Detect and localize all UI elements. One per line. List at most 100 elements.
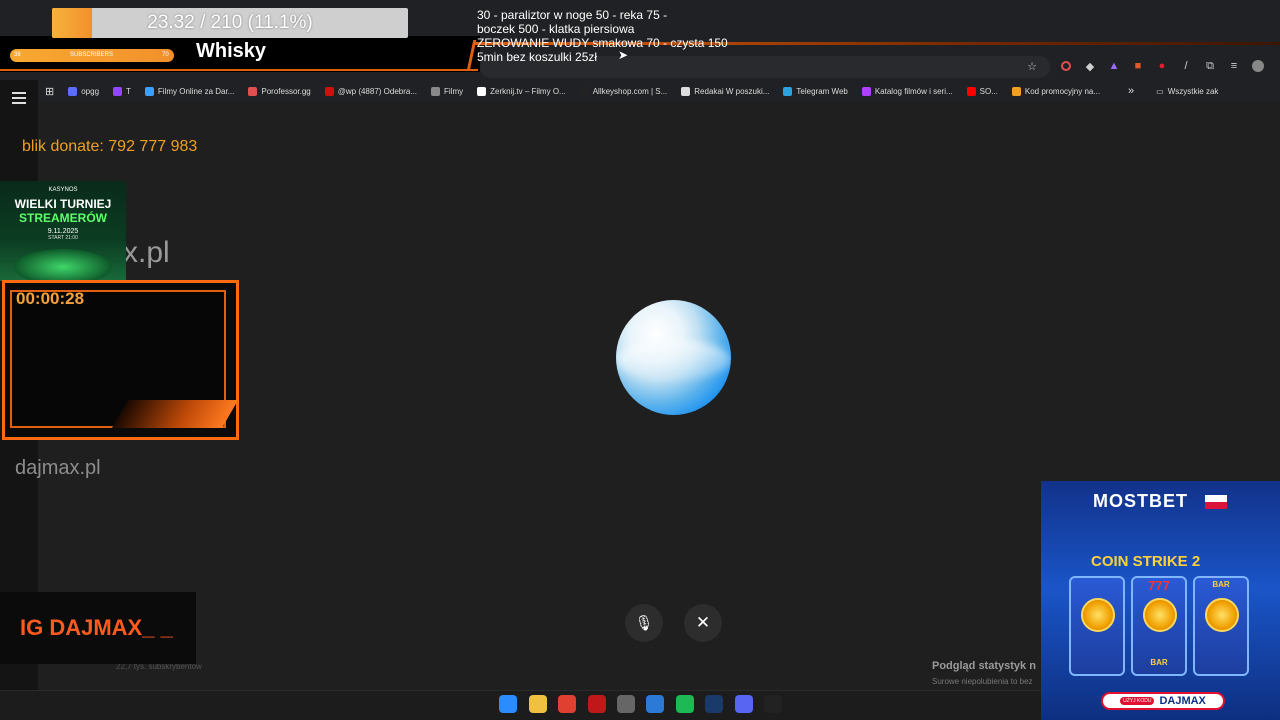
- reel-777: 777: [1148, 578, 1170, 593]
- reel-bar: BAR: [1212, 580, 1230, 589]
- extension-icon[interactable]: ■: [1130, 58, 1146, 74]
- roulette-image: [14, 249, 112, 281]
- goal-line: boczek 500 - klatka piersiowa: [477, 22, 635, 36]
- bookmark-star-icon[interactable]: ☆: [1024, 58, 1040, 74]
- bookmark-label: @wp (4887) Odebra...: [337, 86, 418, 96]
- bookmark-favicon-icon: [144, 86, 154, 96]
- bookmark-label: Filmy Online za Dar...: [157, 86, 235, 96]
- dajmax-url: dajmax.pl: [15, 457, 101, 479]
- bookmark-favicon-icon: [966, 86, 976, 96]
- all-bookmarks-label: Wszystkie zak: [1167, 86, 1219, 96]
- taskbar-start-icon[interactable]: [499, 695, 517, 713]
- bookmark-favicon-icon: [861, 86, 871, 96]
- close-button[interactable]: ✕: [684, 604, 722, 642]
- coin-icon: [1081, 598, 1115, 632]
- microphone-button[interactable]: 🎙: [625, 604, 663, 642]
- bookmark-favicon-icon: [324, 86, 334, 96]
- bookmark-item[interactable]: Allkeyshop.com | S...: [573, 80, 675, 102]
- bookmark-label: SO...: [979, 86, 998, 96]
- bookmark-item[interactable]: SO...: [960, 80, 1005, 102]
- taskbar-logitech-icon[interactable]: [764, 695, 782, 713]
- bookmark-label: Allkeyshop.com | S...: [592, 86, 668, 96]
- mouse-cursor-icon: ➤: [618, 48, 629, 62]
- poland-flag-icon: [1205, 495, 1227, 509]
- bookmark-favicon-icon: [579, 86, 589, 96]
- taskbar-app-circle-icon[interactable]: [617, 695, 635, 713]
- taskbar-discord-icon[interactable]: [735, 695, 753, 713]
- sub-goal-bar: 23.32 / 210 (11.1%): [52, 8, 408, 38]
- taskbar-spotify-icon[interactable]: [676, 695, 694, 713]
- taskbar-chrome-icon[interactable]: [558, 695, 576, 713]
- mostbet-ad: MOSTBET COIN STRIKE 2 777 BAR BAR UŻYJ K…: [1041, 481, 1280, 720]
- bookmark-favicon-icon: [1011, 86, 1021, 96]
- bookmark-favicon-icon: [68, 86, 78, 96]
- bookmark-item[interactable]: Zerknij.tv – Filmy O...: [470, 80, 573, 102]
- bookmark-favicon-icon: [248, 86, 258, 96]
- extension-icon[interactable]: /: [1178, 58, 1194, 74]
- mostbet-game-title: COIN STRIKE 2: [1091, 553, 1201, 570]
- all-bookmarks-folder[interactable]: ▭ Wszystkie zak: [1149, 80, 1225, 102]
- promo-code-label: UŻYJ KODU: [1120, 697, 1155, 705]
- goal-line: 30 - paraliztor w noge 50 - reka 75 -: [477, 8, 668, 22]
- bookmark-item[interactable]: Redakai W poszuki...: [674, 80, 776, 102]
- profile-avatar[interactable]: [1250, 58, 1266, 74]
- bookmark-item[interactable]: Porofessor.gg: [241, 80, 317, 102]
- mini-left-value: 38: [14, 52, 21, 58]
- mini-right-value: 70: [162, 52, 169, 58]
- bookmark-item[interactable]: Kod promocyjny na...: [1005, 80, 1107, 102]
- extension-icon[interactable]: [1058, 58, 1074, 74]
- bookmark-favicon-icon: [431, 86, 441, 96]
- extension-icon[interactable]: ●: [1154, 58, 1170, 74]
- bookmark-label: Katalog filmów i seri...: [874, 86, 953, 96]
- overlay-divider: [0, 69, 478, 71]
- ghost-stats-title: Podgląd statystyk n: [932, 660, 1036, 672]
- bookmark-item[interactable]: @wp (4887) Odebra...: [318, 80, 424, 102]
- bookmark-item[interactable]: opgg: [61, 80, 106, 102]
- bookmark-item[interactable]: Filmy Online za Dar...: [138, 80, 241, 102]
- promo-code: DAJMAX: [1159, 695, 1206, 707]
- webcam-frame-accent: [111, 400, 239, 428]
- kasyno-start: START 21:00: [48, 235, 78, 241]
- menu-hamburger-icon[interactable]: [12, 92, 26, 104]
- blik-donate-text: blik donate: 792 777 983: [22, 138, 198, 155]
- extensions-puzzle-icon[interactable]: ⧉: [1202, 58, 1218, 74]
- taskbar-files-icon[interactable]: [529, 695, 547, 713]
- stream-title: Whisky: [196, 40, 267, 62]
- promo-code-badge: UŻYJ KODU DAJMAX: [1101, 692, 1225, 710]
- kasyno-title-2: STREAMERÓW: [19, 211, 107, 225]
- bookmark-item[interactable]: Telegram Web: [776, 80, 854, 102]
- bookmark-label: Redakai W poszuki...: [694, 86, 770, 96]
- mini-subscriber-bar: 38 SUBSCRIBERS 70: [10, 49, 174, 62]
- bookmark-item[interactable]: Katalog filmów i seri...: [855, 80, 960, 102]
- bookmark-favicon-icon: [113, 86, 123, 96]
- slot-reel: 777 BAR: [1131, 576, 1187, 676]
- extension-icon[interactable]: ◆: [1082, 58, 1098, 74]
- bookmark-item[interactable]: T: [106, 80, 138, 102]
- kasyno-title-1: WIELKI TURNIEJ: [14, 197, 112, 211]
- bookmark-label: Kod promocyjny na...: [1024, 86, 1101, 96]
- ghost-stats-subtitle: Surowe niepolubienia to bez: [932, 677, 1033, 686]
- bookmarks-bar: ⊞ opgg T Filmy Online za Dar... Porofessor.…: [38, 80, 1280, 102]
- bookmarks-more-icon[interactable]: »: [1121, 80, 1141, 102]
- coin-icon: [1143, 598, 1177, 632]
- bookmark-favicon-icon: [681, 86, 691, 96]
- bookmark-label: Porofessor.gg: [261, 86, 311, 96]
- apps-grid-icon[interactable]: ⊞: [38, 80, 61, 102]
- kasyno-date: 9.11.2025: [47, 228, 79, 235]
- kasyno-brand: KASYNOS: [48, 187, 78, 193]
- bookmark-label: Zerknij.tv – Filmy O...: [490, 86, 566, 96]
- taskbar-steam-icon[interactable]: [705, 695, 723, 713]
- bookmark-label: T: [126, 86, 131, 96]
- reading-list-icon[interactable]: ≡: [1226, 58, 1242, 74]
- donation-goals: 30 - paraliztor w noge 50 - reka 75 - bo…: [477, 8, 728, 64]
- goal-line: ZEROWANIE WUDY smakowa 70 - czysta 150: [477, 36, 728, 50]
- taskbar-app-c-icon[interactable]: [646, 695, 664, 713]
- folder-icon: ▭: [1156, 86, 1164, 96]
- slot-reel: [1069, 576, 1125, 676]
- taskbar-app-red-icon[interactable]: [588, 695, 606, 713]
- coin-icon: [1205, 598, 1239, 632]
- mini-label: SUBSCRIBERS: [70, 52, 114, 58]
- bookmark-item[interactable]: Filmy: [424, 80, 470, 102]
- extension-icon[interactable]: ▲: [1106, 58, 1122, 74]
- bookmark-favicon-icon: [783, 86, 793, 96]
